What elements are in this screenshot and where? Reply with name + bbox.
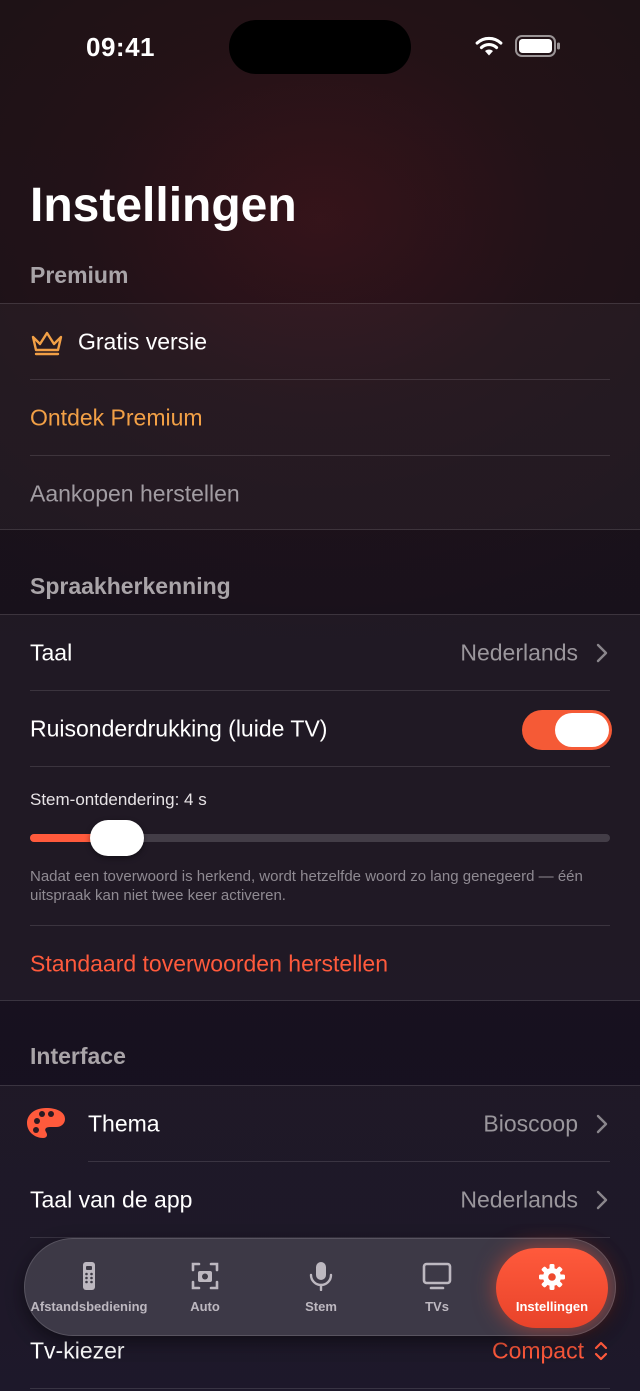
section-header-speech: Spraakherkenning bbox=[30, 573, 231, 599]
chevron-right-icon bbox=[596, 1190, 608, 1210]
reset-magic-words-label: Standaard toverwoorden herstellen bbox=[30, 950, 389, 977]
section-header-interface: Interface bbox=[30, 1043, 126, 1069]
chevron-up-down-icon bbox=[594, 1341, 608, 1361]
discover-premium-row[interactable]: Ontdek Premium bbox=[0, 380, 640, 456]
theme-label: Thema bbox=[88, 1110, 160, 1137]
separator bbox=[30, 766, 610, 767]
debounce-slider[interactable] bbox=[30, 820, 610, 856]
app-language-label: Taal van de app bbox=[30, 1186, 193, 1213]
slider-thumb[interactable] bbox=[90, 820, 144, 856]
battery-icon bbox=[515, 35, 560, 57]
tab-remote[interactable]: Afstandsbediening bbox=[27, 1239, 151, 1337]
palette-icon bbox=[27, 1108, 65, 1138]
tv-icon bbox=[422, 1262, 452, 1290]
chevron-right-icon bbox=[596, 1114, 608, 1134]
free-version-row: Gratis versie bbox=[0, 304, 640, 380]
free-version-label: Gratis versie bbox=[78, 328, 208, 355]
tab-label: TVs bbox=[425, 1299, 449, 1314]
camera-scan-icon bbox=[191, 1262, 219, 1290]
app-language-row[interactable]: Taal van de app Nederlands bbox=[0, 1162, 640, 1238]
noise-suppression-label: Ruisonderdrukking (luide TV) bbox=[30, 715, 328, 742]
premium-group: Gratis versie Ontdek Premium Aankopen he… bbox=[0, 303, 640, 530]
restore-purchases-label: Aankopen herstellen bbox=[30, 480, 240, 507]
gear-icon bbox=[539, 1264, 565, 1290]
tab-label: Afstandsbediening bbox=[30, 1299, 148, 1314]
remote-icon bbox=[83, 1262, 95, 1290]
speech-group: Taal Nederlands Ruisonderdrukking (luide… bbox=[0, 614, 640, 1001]
tab-bar: Afstandsbediening Auto Stem TVs Instelli… bbox=[24, 1238, 616, 1336]
speech-language-value: Nederlands bbox=[460, 639, 578, 666]
tab-label: Auto bbox=[190, 1299, 220, 1314]
theme-value: Bioscoop bbox=[483, 1110, 578, 1137]
restore-purchases-row[interactable]: Aankopen herstellen bbox=[0, 456, 640, 532]
speech-language-label: Taal bbox=[30, 639, 73, 666]
reset-magic-words-row[interactable]: Standaard toverwoorden herstellen bbox=[0, 926, 640, 1002]
app-language-value: Nederlands bbox=[460, 1186, 578, 1213]
debounce-footnote: Nadat een toverwoord is herkend, wordt h… bbox=[30, 868, 583, 904]
tab-label: Instellingen bbox=[515, 1299, 589, 1314]
tv-picker-value: Compact bbox=[491, 1337, 584, 1364]
tab-settings[interactable]: Instellingen bbox=[496, 1248, 608, 1328]
theme-row[interactable]: Thema Bioscoop bbox=[0, 1086, 640, 1162]
toggle-knob bbox=[555, 713, 609, 747]
noise-suppression-toggle[interactable] bbox=[522, 710, 612, 750]
discover-premium-label: Ontdek Premium bbox=[30, 404, 203, 431]
section-header-premium: Premium bbox=[30, 262, 129, 288]
crown-icon bbox=[31, 331, 63, 356]
wifi-icon bbox=[475, 36, 503, 56]
debounce-label: Stem-ontdendering: 4 s bbox=[30, 790, 207, 809]
chevron-right-icon bbox=[596, 643, 608, 663]
speech-language-row[interactable]: Taal Nederlands bbox=[0, 615, 640, 691]
tab-tvs[interactable]: TVs bbox=[387, 1239, 487, 1337]
tv-picker-label: Tv-kiezer bbox=[30, 1337, 125, 1364]
separator bbox=[30, 1388, 610, 1389]
tab-voice[interactable]: Stem bbox=[271, 1239, 371, 1337]
noise-suppression-row: Ruisonderdrukking (luide TV) bbox=[0, 691, 640, 767]
microphone-icon bbox=[309, 1262, 333, 1291]
tab-label: Stem bbox=[305, 1299, 337, 1314]
page-title: Instellingen bbox=[30, 179, 297, 232]
tab-auto[interactable]: Auto bbox=[155, 1239, 255, 1337]
status-time: 09:41 bbox=[86, 32, 155, 62]
dynamic-island bbox=[229, 20, 411, 74]
